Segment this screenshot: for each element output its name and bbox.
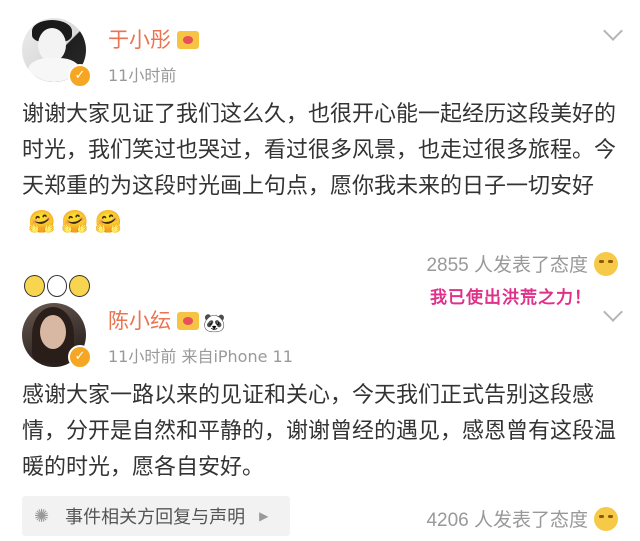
sticker-text: 我已使出洪荒之力！ (430, 288, 592, 307)
post-text: 感谢大家一路以来的见证和关心，今天我们正式告别这段感情，分开是自然和平静的，谢谢… (22, 382, 617, 479)
event-tag[interactable]: ✺ 事件相关方回复与声明 ▶ (22, 496, 290, 536)
verified-icon: ✓ (68, 64, 92, 88)
crown-icon (177, 31, 199, 49)
post-time: 11小时前 (108, 66, 177, 85)
avatar-face (38, 28, 66, 62)
event-tag-label: 事件相关方回复与声明 (65, 507, 246, 527)
reactions-count[interactable]: 4206 人发表了态度 (426, 505, 618, 532)
chevron-down-icon[interactable] (603, 302, 623, 322)
reactions-text: 2855 人发表了态度 (426, 255, 588, 276)
hug-emoji-icon: 🤗 (61, 209, 89, 234)
loading-icon: ✺ (34, 505, 50, 527)
post-text: 谢谢大家见证了我们这么久，也很开心能一起经历这段美好的时光，我们笑过也哭过，看过… (22, 96, 622, 240)
reaction-face-icon[interactable] (594, 507, 618, 531)
reactions-count[interactable]: 2855 人发表了态度 (426, 250, 618, 277)
panda-icon: 🐼 (203, 313, 226, 333)
emoji-emblem-icon (24, 275, 91, 303)
author-name-text[interactable]: 于小彤 (108, 29, 171, 52)
reactions-text: 4206 人发表了态度 (426, 510, 588, 531)
avatar-face (40, 315, 66, 349)
post-1: ✓ 于小彤 11小时前 谢谢大家见证了我们这么久，也很开心能一起经历这段美好的时… (0, 0, 640, 285)
hug-emoji-icon: 🤗 (94, 209, 123, 234)
post-text-content: 谢谢大家见证了我们这么久，也很开心能一起经历这段美好的时光，我们笑过也哭过，看过… (22, 101, 617, 198)
author-name-text[interactable]: 陈小纭 (108, 310, 171, 333)
arrow-right-icon: ▶ (259, 509, 269, 523)
post-2: 我已使出洪荒之力！ ✓ 陈小纭 🐼 11小时前 来自iPhone 11 感谢大家一… (0, 275, 640, 541)
author-name[interactable]: 陈小纭 🐼 (108, 305, 225, 335)
reaction-face-icon[interactable] (594, 252, 618, 276)
author-name[interactable]: 于小彤 (108, 24, 199, 54)
hug-emoji-icon: 🤗 (28, 209, 56, 234)
post-time: 11小时前 来自iPhone 11 (108, 347, 293, 366)
verified-icon: ✓ (68, 345, 92, 369)
chevron-down-icon[interactable] (603, 21, 623, 41)
crown-icon (177, 312, 199, 330)
